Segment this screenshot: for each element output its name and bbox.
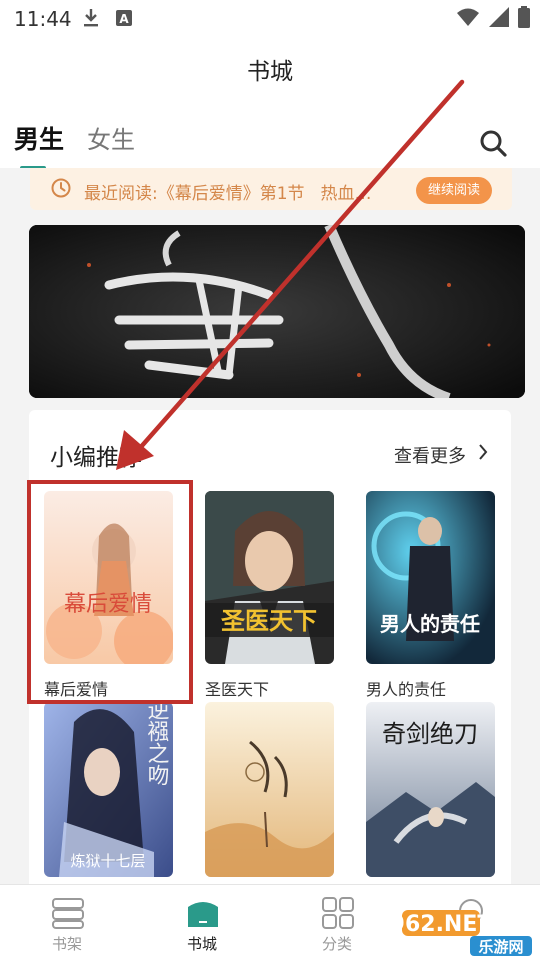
book-title-2[interactable]: 圣医天下: [205, 676, 269, 700]
banner-artwork: [29, 225, 525, 398]
status-time: 11:44: [14, 7, 72, 31]
book-cover-art: 逆襁之吻 炼狱十七层: [44, 702, 173, 877]
nav-item-bookstore[interactable]: 书城: [152, 885, 252, 960]
nav-label-bookshelf: 书架: [51, 935, 82, 953]
status-bar: 11:44 A: [0, 0, 540, 36]
book-cover-6[interactable]: 奇剑绝刀: [366, 702, 495, 877]
watermark-subtext: 乐游网: [478, 938, 523, 956]
category-icon: [322, 897, 354, 929]
nav-label-bookstore: 书城: [186, 935, 217, 953]
bookstore-icon: [188, 902, 218, 927]
download-icon: [84, 9, 98, 27]
section-title: 小编推荐: [50, 445, 142, 471]
recent-reading-text: 最近阅读:《幕后爱情》第1节 热血…: [84, 179, 372, 204]
site-watermark-logo: 962.NET 乐游网: [400, 910, 532, 956]
cover-title-2: 圣医天下: [221, 607, 317, 635]
recent-reading-extra: 热血…: [320, 184, 372, 204]
cover-title-4: 逆襁之吻: [144, 702, 170, 786]
continue-reading-button[interactable]: 继续阅读: [416, 177, 492, 204]
search-icon[interactable]: [478, 128, 508, 158]
book-cover-4[interactable]: 逆襁之吻 炼狱十七层: [44, 702, 173, 877]
recent-reading-title: 最近阅读:《幕后爱情》第1节: [84, 184, 305, 204]
cover-subtitle-4: 炼狱十七层: [70, 852, 145, 870]
nav-label-category: 分类: [321, 935, 352, 953]
book-cover-art: 圣医天下: [205, 491, 334, 664]
promo-banner[interactable]: [29, 225, 525, 398]
page-title: 书城: [247, 59, 293, 85]
book-cover-2[interactable]: 圣医天下: [205, 491, 334, 664]
see-more-link[interactable]: 查看更多: [394, 442, 466, 468]
cover-title-6: 奇剑绝刀: [382, 720, 478, 748]
tab-female[interactable]: 女生: [87, 120, 135, 155]
tab-male[interactable]: 男生: [14, 120, 64, 156]
watermark-text: 962.NET: [400, 912, 492, 937]
highlight-box: [27, 480, 193, 704]
nav-item-category[interactable]: 分类: [287, 885, 387, 960]
book-cover-5[interactable]: [205, 702, 334, 877]
book-cover-art: [205, 702, 334, 877]
book-cover-art: 男人的责任: [366, 491, 495, 664]
cover-title-3: 男人的责任: [380, 612, 480, 636]
svg-text:A: A: [119, 12, 129, 26]
book-title-3[interactable]: 男人的责任: [366, 676, 446, 700]
clock-icon: [51, 178, 71, 198]
bookshelf-icon: [52, 898, 84, 929]
nav-item-bookshelf[interactable]: 书架: [17, 885, 117, 960]
battery-icon: [518, 6, 530, 28]
signal-icon: [489, 7, 509, 27]
book-cover-3[interactable]: 男人的责任: [366, 491, 495, 664]
wifi-icon: [457, 8, 479, 26]
book-cover-art: 奇剑绝刀: [366, 702, 495, 877]
chevron-right-icon[interactable]: [478, 444, 488, 460]
notification-a-icon: A: [116, 10, 132, 26]
